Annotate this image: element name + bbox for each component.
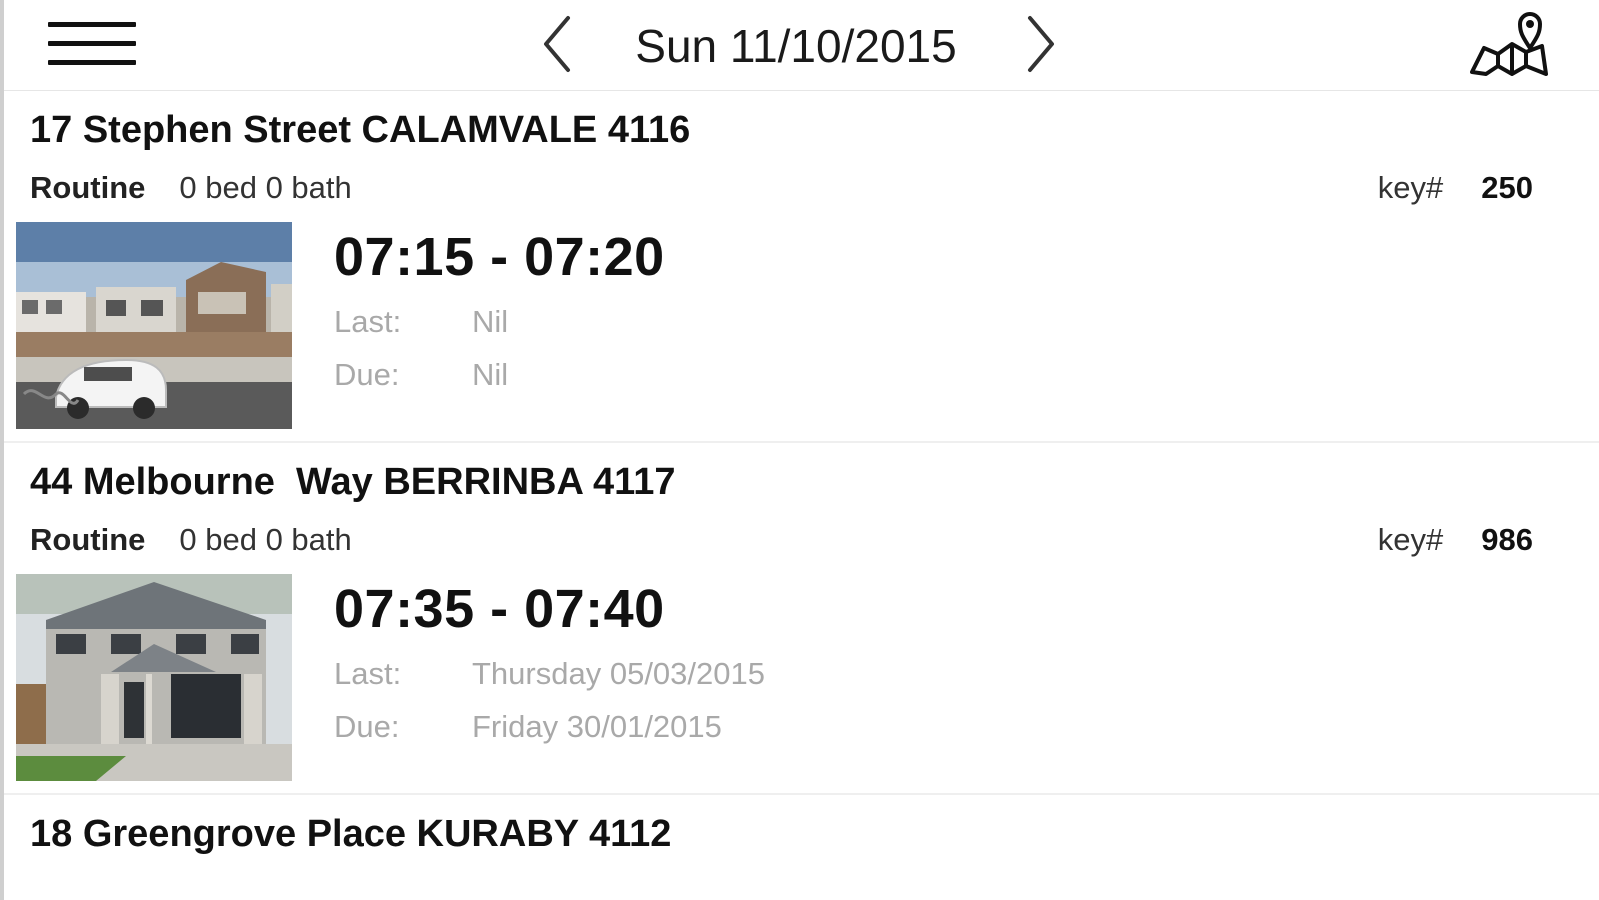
time-slot: 07:15 - 07:20 [334,227,665,287]
inspection-type: Routine [30,522,146,557]
due-label: Due: [334,709,400,744]
time-slot: 07:35 - 07:40 [334,579,665,639]
last-value: Nil [472,304,509,339]
due-inspection: Due: Friday 30/01/2015 [334,710,722,744]
key-number: 250 [1481,170,1533,205]
last-value: Thursday 05/03/2015 [472,656,765,691]
app-window: Sun 11/10/2015 17 Stephen Street CALAMVA… [0,0,1599,900]
last-inspection: Last: Nil [334,305,508,339]
map-pin-icon[interactable] [1466,8,1552,82]
inspection-type: Routine [30,170,146,205]
last-inspection: Last: Thursday 05/03/2015 [334,657,765,691]
key-info: key# 986 [1378,523,1533,557]
chevron-right-icon[interactable] [1018,12,1062,76]
inspection-item[interactable]: 18 Greengrove Place KURABY 4112 [4,795,1599,900]
last-label: Last: [334,304,402,339]
due-value: Nil [472,357,509,392]
due-label: Due: [334,357,400,392]
property-address: 44 Melbourne Way BERRINBA 4117 [30,461,676,503]
property-photo [16,574,292,781]
key-label: key# [1377,170,1444,205]
room-count: 0 bed 0 bath [179,170,352,205]
chevron-left-icon[interactable] [536,12,580,76]
inspection-item[interactable]: 44 Melbourne Way BERRINBA 4117 Routine 0 … [4,443,1599,795]
key-info: key# 250 [1378,171,1533,205]
due-inspection: Due: Nil [334,358,508,392]
property-meta: Routine 0 bed 0 bath [30,523,352,557]
hamburger-menu-icon[interactable] [44,20,138,68]
property-address: 17 Stephen Street CALAMVALE 4116 [30,109,691,151]
property-address: 18 Greengrove Place KURABY 4112 [30,813,672,855]
last-label: Last: [334,656,402,691]
room-count: 0 bed 0 bath [179,522,352,557]
top-bar: Sun 11/10/2015 [4,0,1599,91]
property-meta: Routine 0 bed 0 bath [30,171,352,205]
selected-date: Sun 11/10/2015 [635,20,957,72]
key-label: key# [1377,522,1444,557]
property-photo [16,222,292,429]
inspection-list: 17 Stephen Street CALAMVALE 4116 Routine… [4,91,1599,900]
key-number: 986 [1481,522,1533,557]
inspection-item[interactable]: 17 Stephen Street CALAMVALE 4116 Routine… [4,91,1599,443]
due-value: Friday 30/01/2015 [472,709,722,744]
